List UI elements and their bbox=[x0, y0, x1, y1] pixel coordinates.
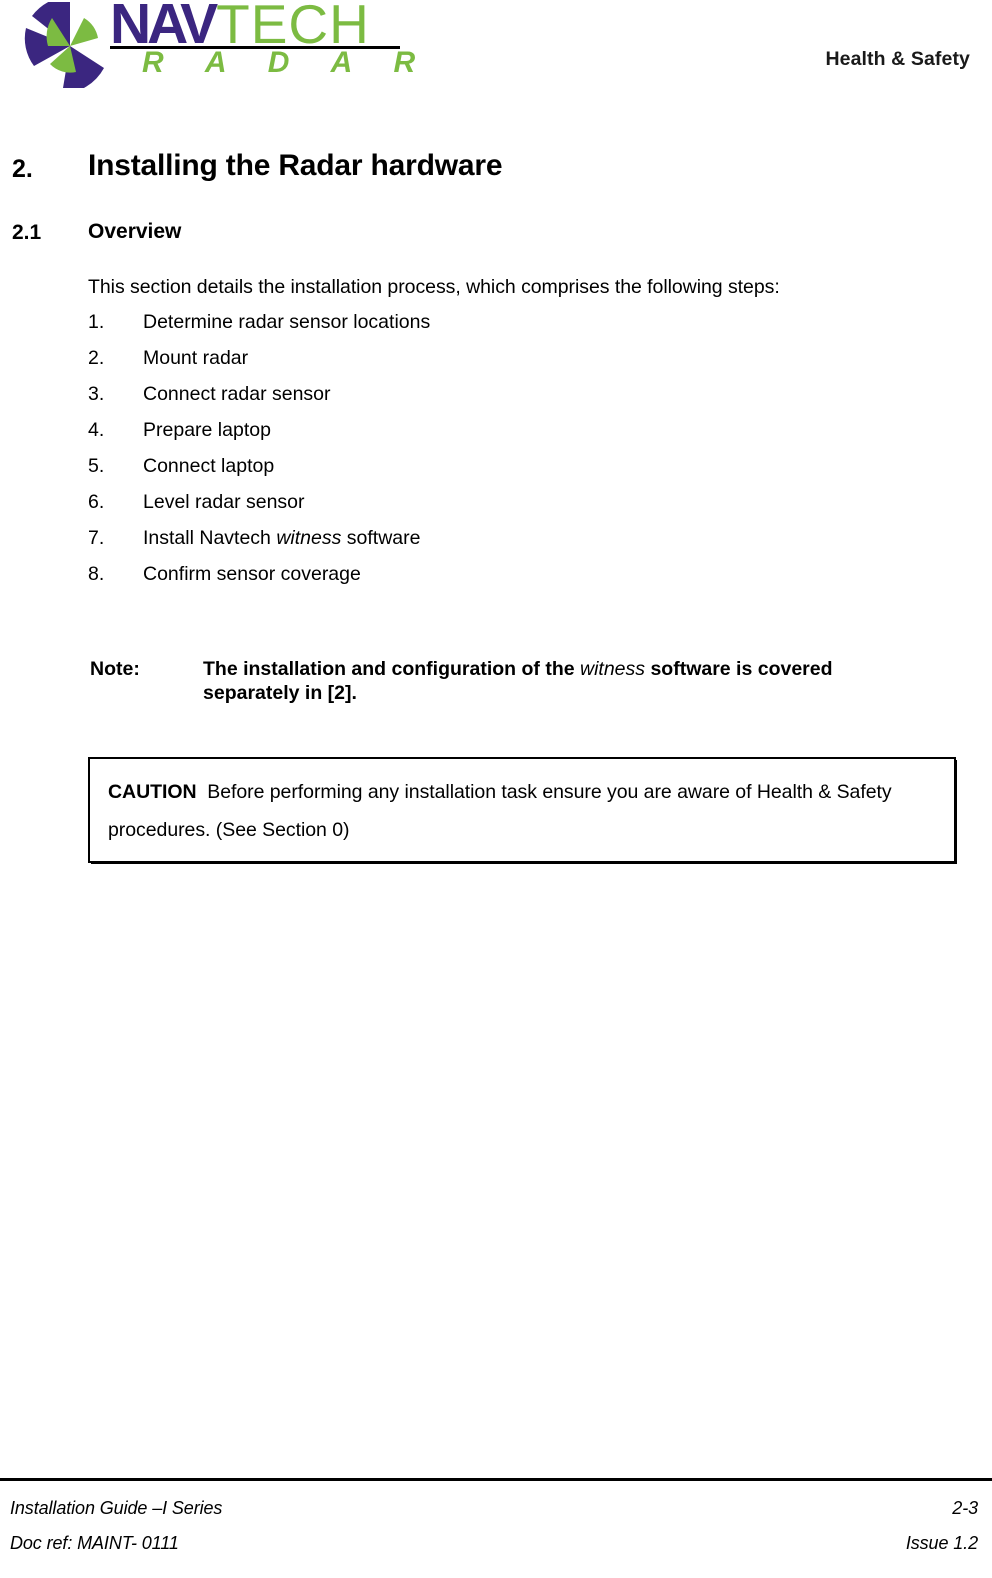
list-item: 4. Prepare laptop bbox=[0, 417, 992, 453]
intro-paragraph: This section details the installation pr… bbox=[88, 276, 780, 298]
section-number: 2. bbox=[12, 155, 33, 183]
header-chapter-label: Health & Safety bbox=[825, 48, 970, 70]
footer-document-name: Installation Guide –I Series bbox=[10, 1498, 223, 1518]
step-number: 3. bbox=[88, 383, 105, 405]
step-number: 4. bbox=[88, 419, 105, 441]
document-body: 2. Installing the Radar hardware 2.1 Ove… bbox=[0, 110, 992, 863]
note-label: Note: bbox=[90, 658, 140, 680]
page-title: Installing the Radar hardware bbox=[88, 149, 503, 182]
step-number: 2. bbox=[88, 347, 105, 369]
note-text: The installation and configuration of th… bbox=[203, 657, 903, 705]
step-label: Connect radar sensor bbox=[143, 383, 331, 405]
step-number: 5. bbox=[88, 455, 105, 477]
step-label: Install Navtech witness software bbox=[143, 525, 420, 551]
navtech-radar-logo: NAVTECH R A D A R bbox=[22, 0, 432, 94]
footer-issue: Issue 1.2 bbox=[905, 1533, 978, 1553]
step-label-emphasis: witness bbox=[276, 527, 342, 549]
section-heading-1: 2. Installing the Radar hardware bbox=[0, 149, 992, 197]
step-label-post: software bbox=[341, 527, 421, 549]
step-label: Connect laptop bbox=[143, 455, 275, 477]
step-label: Determine radar sensor locations bbox=[143, 311, 431, 333]
note-block: Note: The installation and configuration… bbox=[0, 657, 992, 705]
footer-line-1: Installation Guide –I Series 2-3 bbox=[10, 1498, 978, 1519]
list-item: 1. Determine radar sensor locations bbox=[0, 309, 992, 345]
step-label: Mount radar bbox=[143, 347, 249, 369]
note-text-pre: The installation and configuration of th… bbox=[203, 658, 580, 680]
caution-label: CAUTION bbox=[108, 781, 197, 803]
logo-word-radar: R A D A R bbox=[142, 46, 433, 79]
list-item: 3. Connect radar sensor bbox=[0, 381, 992, 417]
step-label: Level radar sensor bbox=[143, 491, 305, 513]
navtech-wordmark: NAVTECH R A D A R bbox=[110, 0, 440, 88]
step-number: 1. bbox=[88, 311, 105, 333]
list-item: 5. Connect laptop bbox=[0, 453, 992, 489]
footer-divider-rule bbox=[0, 1478, 992, 1481]
subsection-number: 2.1 bbox=[12, 221, 42, 244]
section-heading-2: 2.1 Overview bbox=[0, 220, 992, 251]
subsection-title: Overview bbox=[88, 220, 182, 243]
list-item: 6. Level radar sensor bbox=[0, 489, 992, 525]
step-label: Confirm sensor coverage bbox=[143, 563, 361, 585]
footer-line-2: Doc ref: MAINT- 0111 Issue 1.2 bbox=[10, 1533, 978, 1554]
note-text-emphasis: witness bbox=[580, 658, 646, 680]
navtech-wordmark-line1: NAVTECH bbox=[110, 0, 370, 53]
footer-page-number: 2-3 bbox=[952, 1498, 978, 1518]
page-footer: Installation Guide –I Series 2-3 Doc ref… bbox=[0, 1478, 992, 1578]
step-number: 7. bbox=[88, 527, 105, 549]
list-item: 7. Install Navtech witness software bbox=[0, 525, 992, 561]
footer-doc-ref: Doc ref: MAINT- 0111 bbox=[10, 1533, 179, 1553]
list-item: 2. Mount radar bbox=[0, 345, 992, 381]
step-number: 8. bbox=[88, 563, 105, 585]
navtech-pinwheel-icon bbox=[22, 0, 114, 94]
step-label-pre: Install Navtech bbox=[143, 527, 277, 549]
caution-body: Before performing any installation task … bbox=[108, 781, 892, 841]
list-item: 8. Confirm sensor coverage bbox=[0, 561, 992, 597]
page-header: NAVTECH R A D A R Health & Safety bbox=[0, 0, 992, 110]
caution-text: CAUTION Before performing any installati… bbox=[108, 773, 938, 849]
caution-box: CAUTION Before performing any installati… bbox=[88, 757, 956, 863]
step-number: 6. bbox=[88, 491, 105, 513]
installation-steps-list: 1. Determine radar sensor locations 2. M… bbox=[0, 309, 992, 597]
step-label: Prepare laptop bbox=[143, 419, 271, 441]
